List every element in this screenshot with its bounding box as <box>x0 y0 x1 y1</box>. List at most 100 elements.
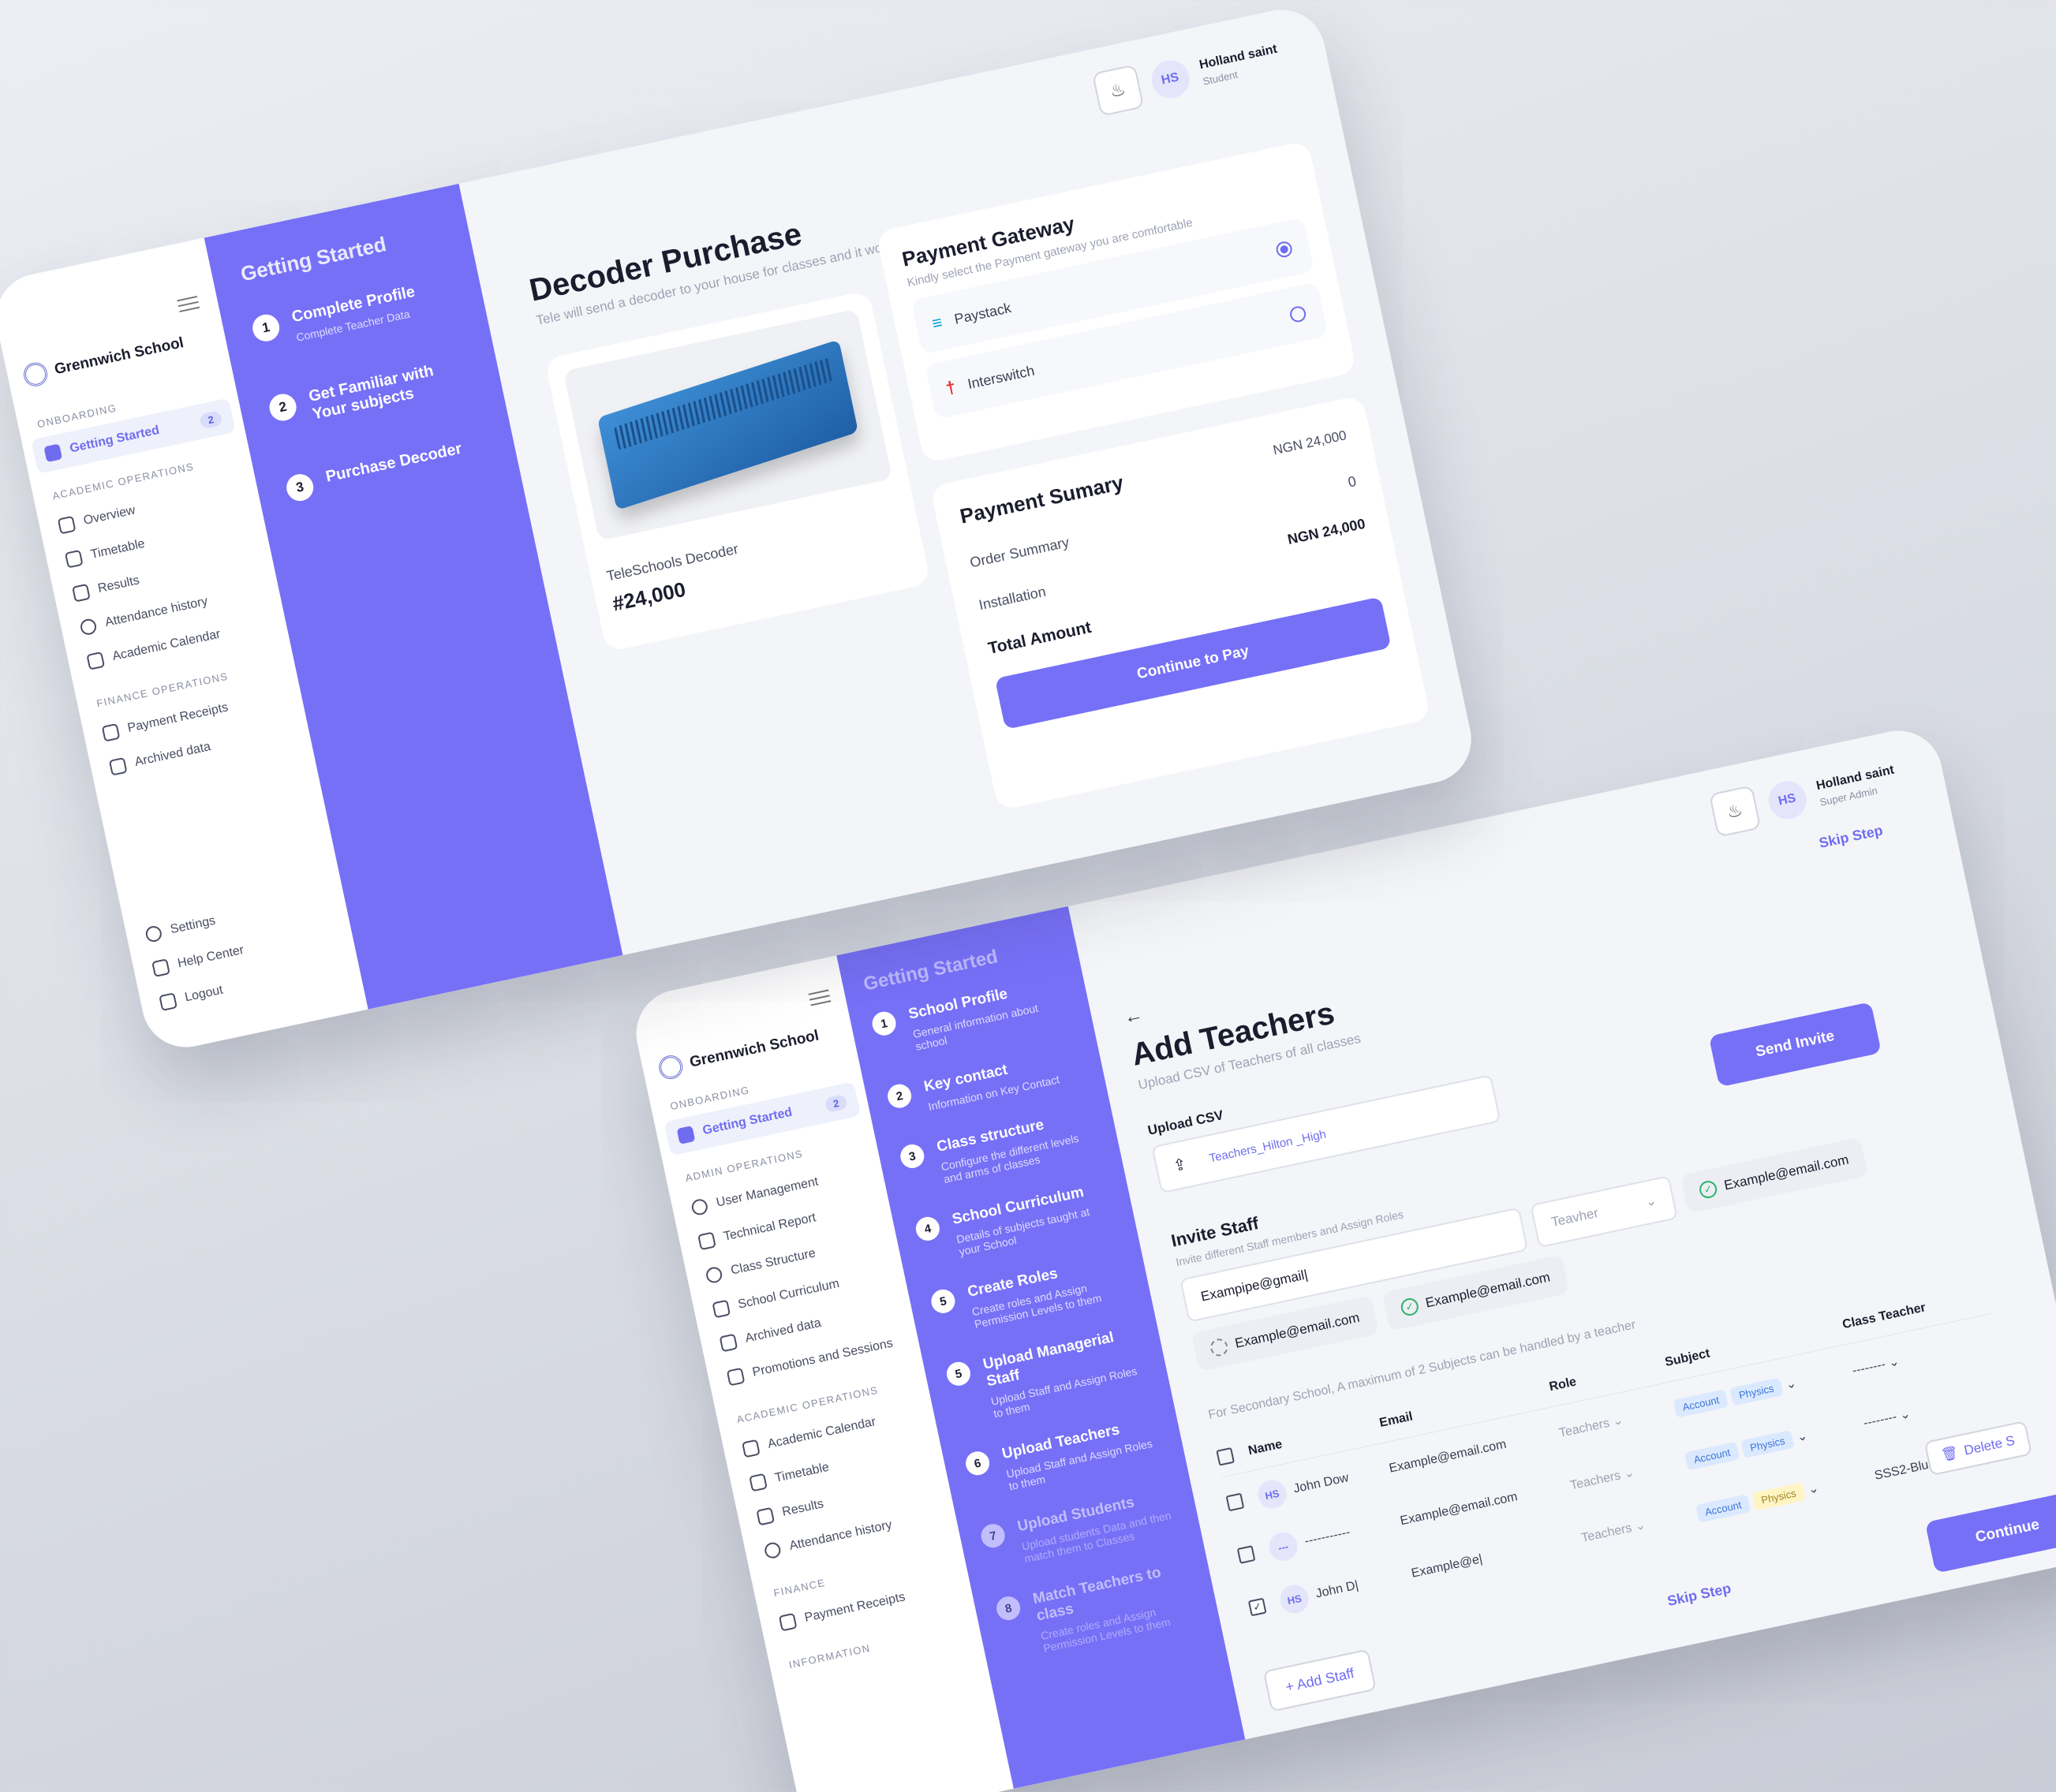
calendar-icon <box>742 1439 761 1458</box>
step-2[interactable]: 2 Key contact Information on Key Contact <box>885 1047 1084 1122</box>
branch-icon <box>705 1265 723 1285</box>
radio-selected[interactable] <box>1274 240 1294 259</box>
bell-icon[interactable]: ♨ <box>1708 785 1761 838</box>
subject-tag: Physics <box>1729 1377 1784 1406</box>
sidebar-item-label: Getting Started <box>68 423 161 456</box>
step-6[interactable]: 5 Upload Managerial Staff Upload Staff and… <box>944 1324 1149 1428</box>
row-label: Order Summary <box>968 534 1071 571</box>
step-2[interactable]: 2 Get Familiar with Your subjects <box>267 355 473 433</box>
class-value: -------- <box>1862 1409 1898 1431</box>
check-circle-icon: ✓ <box>1399 1297 1420 1318</box>
chevron-down-icon: ⌄ <box>1643 1193 1658 1210</box>
skip-step-link-bottom[interactable]: Skip Step <box>1665 1580 1733 1610</box>
step-number: 2 <box>885 1081 914 1111</box>
step-3[interactable]: 3 Class structure Configure the different … <box>898 1107 1100 1193</box>
main-content: ♨ HS Holland saint Super Admin Skip Step … <box>1068 722 2056 1739</box>
skip-step-link[interactable]: Skip Step <box>1818 822 1885 852</box>
menu-icon[interactable] <box>808 989 832 1006</box>
document-icon <box>756 1506 776 1526</box>
grid-icon <box>57 515 77 535</box>
product-image <box>563 308 893 541</box>
step-number: 3 <box>284 472 316 504</box>
role-value: Teachers <box>1579 1521 1633 1545</box>
row-checkbox[interactable] <box>1225 1492 1245 1512</box>
paystack-icon: ≡ <box>929 312 944 334</box>
sidebar-item-label: Archived data <box>744 1316 823 1346</box>
row-value: 0 <box>1346 472 1358 491</box>
calendar-icon <box>86 651 106 670</box>
step-number: 7 <box>978 1521 1007 1550</box>
menu-icon[interactable] <box>177 295 200 313</box>
count-badge: 2 <box>198 409 223 429</box>
summary-title: Payment Sumary <box>958 470 1126 528</box>
step-number: 6 <box>963 1449 992 1478</box>
summary-title-value: NGN 24,000 <box>1271 427 1348 457</box>
add-staff-label: Add Staff <box>1295 1665 1356 1693</box>
step-8[interactable]: 7 Upload Students Upload students Data and… <box>978 1486 1180 1573</box>
class-value: SSS2-Blue <box>1873 1457 1937 1483</box>
chip-email: Example@email.com <box>1233 1309 1362 1351</box>
add-staff-button[interactable]: + Add Staff <box>1262 1648 1378 1712</box>
avatar[interactable]: HS <box>1764 778 1810 823</box>
continue-button[interactable]: Continue <box>1924 1489 2056 1574</box>
receipt-icon <box>101 722 121 742</box>
users-icon <box>690 1197 709 1217</box>
total-label: Total Amount <box>986 618 1093 658</box>
school-logo-icon <box>21 360 50 389</box>
class-teacher-dropdown[interactable]: -------- ⌄ <box>1862 1391 1981 1432</box>
send-invite-button[interactable]: Send Invite <box>1708 1002 1882 1088</box>
flag-icon <box>676 1126 696 1144</box>
row-label: Installation <box>977 583 1048 614</box>
subject-tag: Account <box>1695 1493 1751 1523</box>
archive-icon <box>108 756 128 776</box>
main-content: ♨ HS Holland saint Student Decoder Purcha… <box>459 2 1480 955</box>
step-5[interactable]: 5 Create Roles Create roles and Assign Per… <box>929 1252 1131 1338</box>
school-name: Grennwich School <box>688 1027 821 1071</box>
row-checkbox-checked[interactable]: ✓ <box>1247 1597 1267 1617</box>
step-9[interactable]: 8 Match Teachers to class Create roles and… <box>994 1559 1199 1663</box>
sidebar-item-label: Archived data <box>133 740 212 770</box>
sidebar-item-label: Help Center <box>176 943 245 971</box>
step-number: 5 <box>929 1287 958 1316</box>
row-checkbox[interactable] <box>1236 1545 1256 1564</box>
role-dropdown[interactable]: Teachers ⌄ <box>1568 1454 1688 1494</box>
subject-tag: Account <box>1684 1441 1740 1470</box>
step-number: 5 <box>944 1359 973 1388</box>
select-all-checkbox[interactable] <box>1216 1447 1235 1466</box>
logout-icon <box>159 992 178 1012</box>
radio[interactable] <box>1288 304 1308 324</box>
trash-icon: 🗑 <box>1939 1444 1960 1463</box>
step-1[interactable]: 1 Complete Profile Complete Teacher Data <box>250 275 457 353</box>
subject-tag: Physics <box>1740 1429 1795 1458</box>
flag-icon <box>43 443 63 463</box>
summary-row: Order Summary 0 <box>969 473 1358 571</box>
step-4[interactable]: 4 School Curriculum Details of subjects ta… <box>914 1179 1115 1266</box>
step-7[interactable]: 6 Upload Teachers Upload Staff and Assign … <box>963 1413 1164 1500</box>
decoder-box-icon <box>597 339 859 511</box>
upload-file-name: Teachers_Hilton _High <box>1208 1127 1328 1166</box>
back-arrow-icon[interactable]: ← <box>1122 1004 1145 1029</box>
avatar: HS <box>1255 1477 1289 1511</box>
class-value: -------- <box>1851 1357 1887 1378</box>
role-value: Teachers <box>1557 1416 1611 1440</box>
subject-tag: Account <box>1673 1388 1729 1418</box>
pending-icon <box>1209 1337 1230 1358</box>
sidebar-item-label: Getting Started <box>701 1105 794 1138</box>
role-dropdown[interactable]: Teachers ⌄ <box>1557 1401 1677 1441</box>
role-select-value: Teavher <box>1549 1204 1600 1230</box>
delete-label: Delete S <box>1962 1432 2017 1458</box>
document-icon <box>72 583 91 603</box>
class-teacher-dropdown[interactable]: -------- ⌄ <box>1851 1338 1970 1379</box>
sidebar-item-label: Payment Receipts <box>803 1590 907 1625</box>
role-dropdown[interactable]: Teachers ⌄ <box>1579 1506 1699 1546</box>
product-card[interactable]: TeleSchools Decoder #24,000 <box>544 289 931 652</box>
option-label: Interswitch <box>966 362 1036 392</box>
step-3[interactable]: 3 Purchase Decoder <box>284 435 488 504</box>
check-circle-icon: ✓ <box>1698 1179 1719 1200</box>
chip-email: Example@email.com <box>1722 1152 1850 1193</box>
sidebar-item-label: Settings <box>169 913 217 937</box>
payment-summary-card: Payment Sumary NGN 24,000 Order Summary 0… <box>929 394 1431 812</box>
step-number: 8 <box>994 1594 1022 1622</box>
continue-to-pay-button[interactable]: Continue to Pay <box>994 596 1392 730</box>
step-number: 1 <box>250 312 282 344</box>
